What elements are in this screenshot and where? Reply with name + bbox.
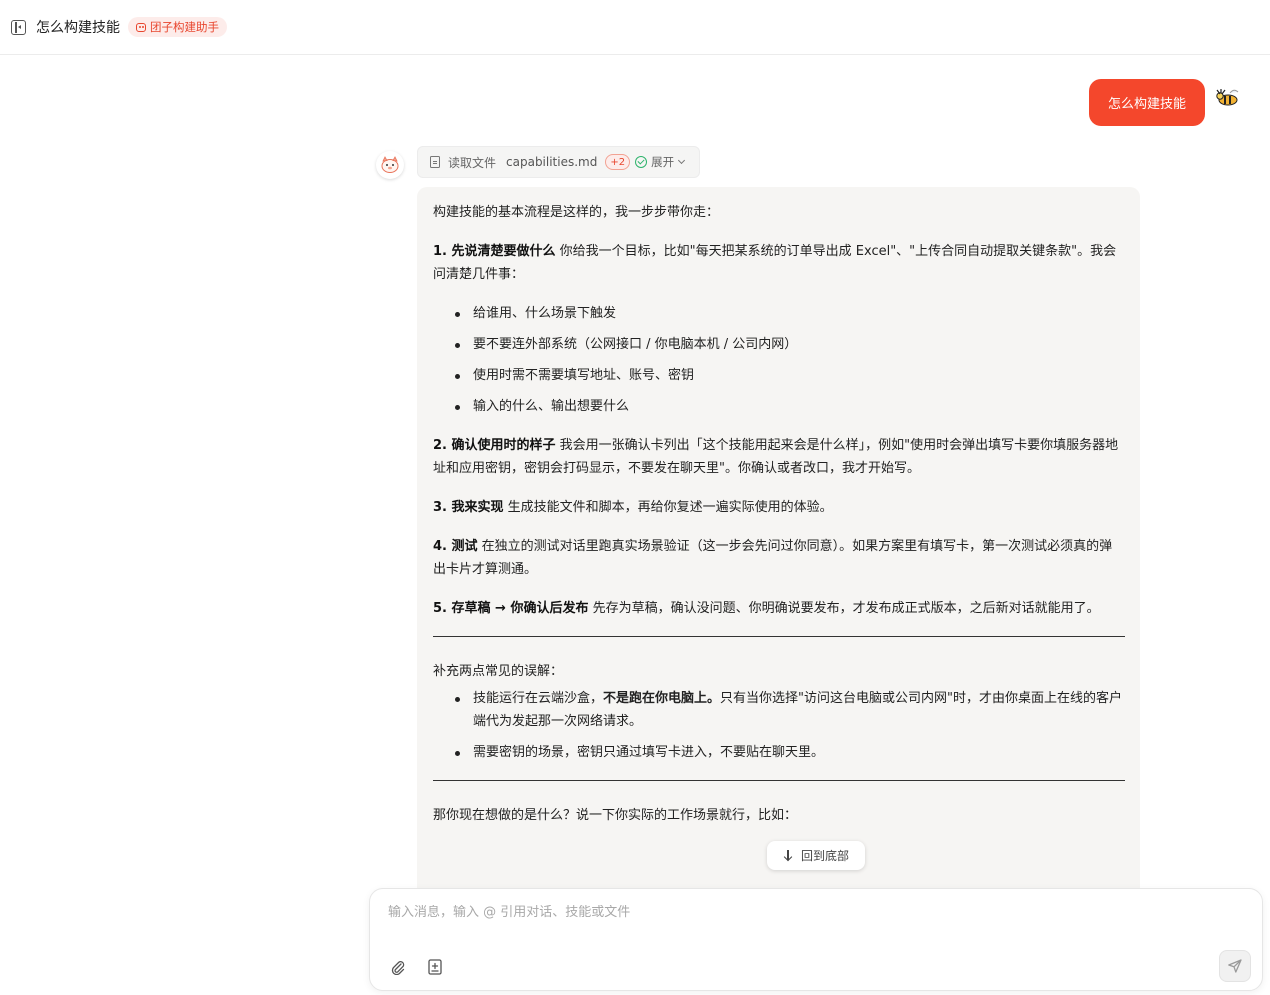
step-4-text: 在独立的测试对话里跑真实场景验证（这一步会先问过你同意）。如果方案里有填写卡，第… (433, 539, 1113, 577)
assistant-avatar (376, 151, 404, 179)
step-5-title: 5. 存草稿 → 你确认后发布 (433, 601, 589, 616)
scroll-to-bottom-label: 回到底部 (800, 849, 849, 863)
file-icon (430, 156, 440, 168)
message-input[interactable] (388, 905, 1228, 920)
answer-intro: 构建技能的基本流程是这样的，我一步步带你走： (433, 205, 720, 220)
list-item: 技能运行在云端沙盒，不是跑在你电脑上。只有当你选择"访问这台电脑或公司内网"时，… (453, 687, 1125, 733)
top-bar: 怎么构建技能 团子构建助手 (0, 0, 1270, 55)
chevron-down-icon (678, 156, 686, 165)
user-message-bubble: 怎么构建技能 (1089, 79, 1205, 126)
step-4: 4. 测试 在独立的测试对话里跑真实场景验证（这一步会先问过你同意）。如果方案里… (433, 535, 1125, 581)
message-composer (369, 888, 1263, 991)
step-3-title: 3. 我来实现 (433, 500, 504, 515)
attach-file-button[interactable] (388, 957, 408, 977)
step-2: 2. 确认使用时的样子 我会用一张确认卡列出「这个技能用起来会是什么样」，例如"… (433, 434, 1125, 480)
robot-icon (136, 22, 146, 32)
answer-closing: 那你现在想做的是什么？说一下你实际的工作场景就行，比如： (433, 808, 798, 823)
step-1-title: 1. 先说清楚要做什么 (433, 244, 556, 259)
tool-call-chip[interactable]: 读取文件 capabilities.md +2 展开 (417, 146, 700, 178)
paperclip-icon (391, 961, 405, 975)
supplement-list: 技能运行在云端沙盒，不是跑在你电脑上。只有当你选择"访问这台电脑或公司内网"时，… (453, 687, 1125, 764)
add-skill-icon (428, 959, 442, 975)
scroll-to-bottom-button[interactable]: 回到底部 (767, 841, 865, 870)
send-icon (1228, 959, 1242, 973)
supplement-intro: 补充两点常见的误解： (433, 664, 564, 679)
assistant-answer: 构建技能的基本流程是这样的，我一步步带你走： 1. 先说清楚要做什么 你给我一个… (417, 187, 1140, 897)
step-1: 1. 先说清楚要做什么 你给我一个目标，比如"每天把某系统的订单导出成 Exce… (433, 240, 1125, 286)
divider (433, 780, 1125, 781)
sidebar-toggle-icon[interactable] (11, 19, 26, 35)
tool-action-label: 读取文件 (448, 155, 497, 170)
agent-badge[interactable]: 团子构建助手 (128, 17, 227, 37)
list-item: 需要密钥的场景，密钥只通过填写卡进入，不要贴在聊天里。 (453, 741, 1125, 764)
extra-count-badge: +2 (605, 154, 631, 170)
step-2-title: 2. 确认使用时的样子 (433, 438, 556, 453)
step-3-text: 生成技能文件和脚本，再给你复述一遍实际使用的体验。 (503, 500, 833, 515)
expand-button[interactable]: 展开 (651, 154, 674, 170)
list-item: 要不要连外部系统（公网接口 / 你电脑本机 / 公司内网） (453, 333, 1125, 356)
arrow-down-icon (783, 849, 793, 862)
conversation-title: 怎么构建技能 (36, 20, 120, 36)
add-skill-button[interactable] (425, 957, 445, 977)
supp-item-1-bold: 不是跑在你电脑上。 (603, 691, 721, 706)
user-avatar[interactable] (1212, 84, 1242, 110)
step-1-list: 给谁用、什么场景下触发 要不要连外部系统（公网接口 / 你电脑本机 / 公司内网… (453, 302, 1125, 418)
step-4-title: 4. 测试 (433, 539, 478, 554)
check-circle-icon (635, 156, 648, 168)
divider (433, 636, 1125, 637)
supp-item-1-part-a: 技能运行在云端沙盒， (473, 691, 604, 706)
tool-file-name: capabilities.md (506, 155, 598, 169)
list-item: 使用时需不需要填写地址、账号、密钥 (453, 364, 1125, 387)
list-item: 输入的什么、输出想要什么 (453, 395, 1125, 418)
agent-badge-label: 团子构建助手 (150, 20, 219, 34)
step-5-text: 先存为草稿，确认没问题、你明确说要发布，才发布成正式版本，之后新对话就能用了。 (588, 601, 1100, 616)
step-5: 5. 存草稿 → 你确认后发布 先存为草稿，确认没问题、你明确说要发布，才发布成… (433, 597, 1125, 620)
list-item: 给谁用、什么场景下触发 (453, 302, 1125, 325)
step-3: 3. 我来实现 生成技能文件和脚本，再给你复述一遍实际使用的体验。 (433, 496, 1125, 519)
send-button[interactable] (1219, 950, 1251, 982)
